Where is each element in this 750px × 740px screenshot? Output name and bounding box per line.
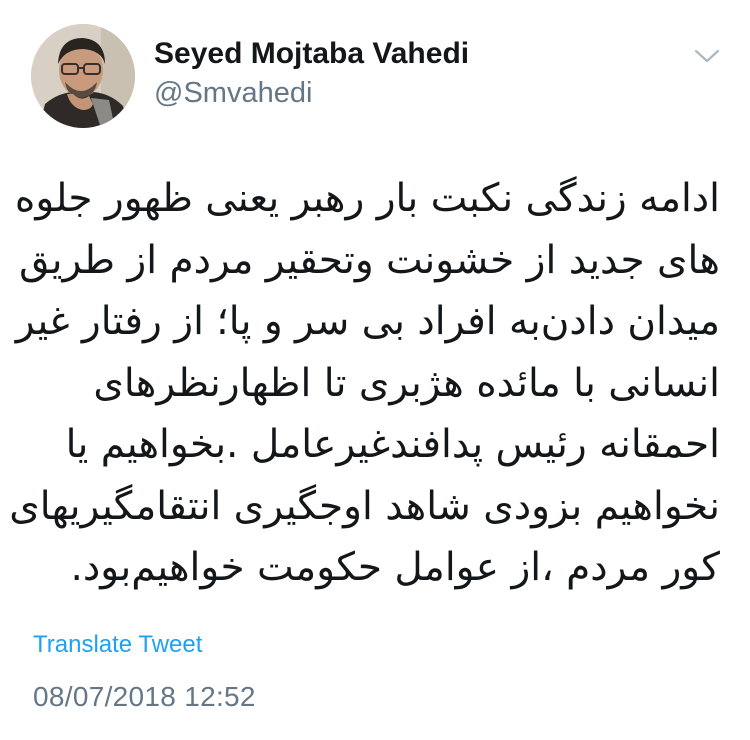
tweet-timestamp[interactable]: 08/07/2018 12:52 xyxy=(33,680,256,714)
tweet-line: های جدید از خشونت وتحقیر مردم از طریق xyxy=(19,237,720,283)
author-display-name[interactable]: Seyed Mojtaba Vahedi xyxy=(154,36,469,72)
tweet-text: ادامه زندگی نکبت بار رهبر یعنی ظهور جلوه… xyxy=(9,168,720,599)
author-handle[interactable]: @Smvahedi xyxy=(154,76,312,110)
tweet-line: کور مردم ،از عوامل حکومت خواهیم‌بود. xyxy=(70,545,720,590)
tweet-line: ادامه زندگی نکبت بار رهبر یعنی ظهور جلوه xyxy=(14,176,720,221)
tweet-line: نخواهیم بزودی شاهد اوجگیری انتقامگیریهای xyxy=(9,483,720,529)
tweet-line: میدان دادن‌به افراد بی سر و پا؛ از رفتار… xyxy=(15,299,720,344)
chevron-down-icon[interactable] xyxy=(692,44,722,68)
tweet-line: احمقانه رئیس پدافندغیرعامل .بخواهیم یا xyxy=(65,422,720,467)
tweet-line: انسانی با مائده هژبری تا اظهارنظرهای xyxy=(93,360,720,406)
profile-photo xyxy=(31,24,135,128)
translate-tweet-link[interactable]: Translate Tweet xyxy=(33,630,202,660)
avatar[interactable] xyxy=(31,24,135,128)
